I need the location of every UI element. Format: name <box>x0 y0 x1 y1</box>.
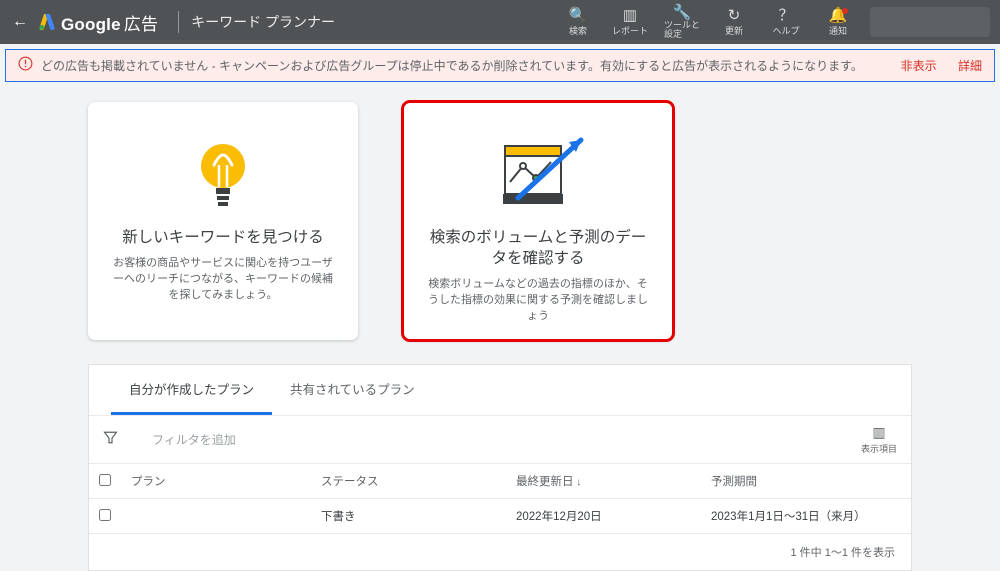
discover-card-title: 新しいキーワードを見つける <box>122 228 324 249</box>
tools-label: ツールと 設定 <box>664 21 700 39</box>
reports-label: レポート <box>612 24 648 37</box>
brand-separator <box>178 11 179 33</box>
reports-tool[interactable]: ▥レポート <box>604 5 656 39</box>
discover-keywords-card[interactable]: 新しいキーワードを見つける お客様の商品やサービスに関心を持つユーザーへのリーチ… <box>88 102 358 340</box>
add-filter-input[interactable]: フィルタを追加 <box>152 431 861 448</box>
alert-icon <box>18 56 33 75</box>
columns-label: 表示項目 <box>861 442 897 455</box>
col-status-header[interactable]: ステータス <box>311 464 506 499</box>
plans-panel: 自分が作成したプラン 共有されているプラン フィルタを追加 ▥ 表示項目 プラン… <box>88 364 912 571</box>
columns-button[interactable]: ▥ 表示項目 <box>861 424 897 455</box>
lightbulb-icon <box>191 132 255 220</box>
col-plan-header[interactable]: プラン <box>121 464 311 499</box>
back-arrow-icon[interactable]: ← <box>10 13 30 31</box>
row-checkbox[interactable] <box>99 509 111 521</box>
forecast-card-desc: 検索ボリュームなどの過去の指標のほか、そうした指標の効果に関する予測を確認しまし… <box>425 277 651 325</box>
notifications-tool[interactable]: 🔔通知 <box>812 5 864 39</box>
cell-plan <box>121 499 311 534</box>
refresh-tool[interactable]: ↻更新 <box>708 5 760 39</box>
search-label: 検索 <box>569 24 587 37</box>
refresh-icon: ↻ <box>728 8 741 23</box>
cell-status: 下書き <box>311 499 506 534</box>
brand-sub: 広告 <box>124 15 158 34</box>
col-period-header[interactable]: 予測期間 <box>701 464 911 499</box>
brand[interactable]: Google広告 <box>38 10 158 35</box>
help-icon: ？ <box>778 8 793 23</box>
page-title: キーワード プランナー <box>191 12 335 32</box>
forecast-card[interactable]: 検索のボリュームと予測のデータを確認する 検索ボリュームなどの過去の指標のほか、… <box>403 102 673 340</box>
refresh-label: 更新 <box>725 24 743 37</box>
tab-shared-plans[interactable]: 共有されているプラン <box>272 365 433 415</box>
help-tool[interactable]: ？ヘルプ <box>760 5 812 39</box>
cell-period: 2023年1月1日～31日（来月） <box>701 499 911 534</box>
account-selector[interactable] <box>870 7 990 37</box>
notif-label: 通知 <box>829 24 847 37</box>
plans-table: プラン ステータス 最終更新日 予測期間 下書き 2022年12月20日 202… <box>89 463 911 533</box>
search-icon: 🔍 <box>569 8 588 23</box>
header-tools: 🔍検索 ▥レポート 🔧ツールと 設定 ↻更新 ？ヘルプ 🔔通知 <box>552 5 864 39</box>
alert-hide-link[interactable]: 非表示 <box>901 59 937 73</box>
select-all-checkbox[interactable] <box>99 474 111 486</box>
columns-icon: ▥ <box>872 424 885 441</box>
app-header: ← Google広告 キーワード プランナー 🔍検索 ▥レポート 🔧ツールと 設… <box>0 0 1000 44</box>
help-label: ヘルプ <box>772 24 799 37</box>
bell-icon: 🔔 <box>829 8 848 23</box>
filter-icon[interactable] <box>103 430 118 449</box>
table-row[interactable]: 下書き 2022年12月20日 2023年1月1日～31日（来月） <box>89 499 911 534</box>
option-cards: 新しいキーワードを見つける お客様の商品やサービスに関心を持つユーザーへのリーチ… <box>88 102 1000 340</box>
plans-tabs: 自分が作成したプラン 共有されているプラン <box>89 365 911 415</box>
cell-updated: 2022年12月20日 <box>506 499 701 534</box>
reports-icon: ▥ <box>623 8 637 23</box>
wrench-icon: 🔧 <box>673 5 692 20</box>
tools-and-settings[interactable]: 🔧ツールと 設定 <box>656 5 708 39</box>
google-ads-logo-icon <box>38 14 56 30</box>
chart-forecast-icon <box>483 132 593 220</box>
pager-text: 1 件中 1～1 件を表示 <box>89 533 911 570</box>
filter-row: フィルタを追加 ▥ 表示項目 <box>89 415 911 463</box>
tab-my-plans[interactable]: 自分が作成したプラン <box>111 365 272 415</box>
search-tool[interactable]: 🔍検索 <box>552 5 604 39</box>
brand-main: Google <box>61 15 121 34</box>
alert-details-link[interactable]: 詳細 <box>958 59 982 73</box>
forecast-card-title: 検索のボリュームと予測のデータを確認する <box>425 228 651 270</box>
discover-card-desc: お客様の商品やサービスに関心を持つユーザーへのリーチにつながる、キーワードの候補… <box>110 256 336 304</box>
alert-message: どの広告も掲載されていません - キャンペーンおよび広告グループは停止中であるか… <box>41 57 863 74</box>
col-updated-header[interactable]: 最終更新日 <box>506 464 701 499</box>
no-ads-alert: どの広告も掲載されていません - キャンペーンおよび広告グループは停止中であるか… <box>5 49 995 82</box>
